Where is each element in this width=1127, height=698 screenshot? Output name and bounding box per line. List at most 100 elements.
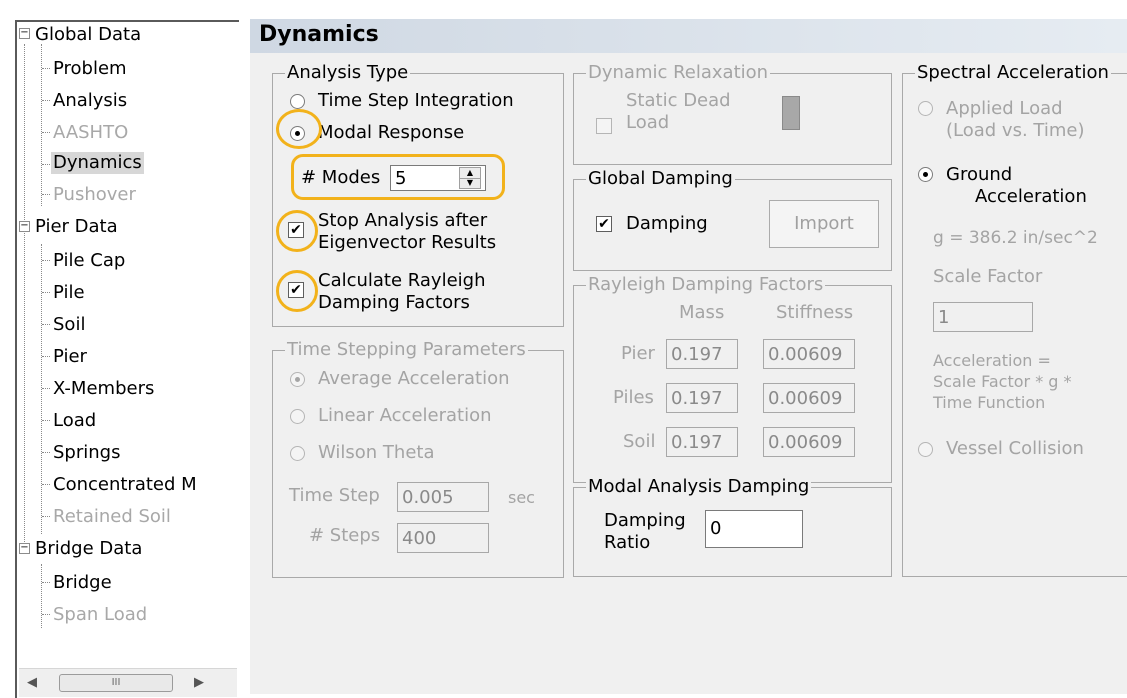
horizontal-scrollbar[interactable]: ◀ III ▶	[19, 668, 237, 697]
rayleigh-label-1: Calculate Rayleigh	[318, 270, 486, 291]
static-dead-label-1: Static Dead	[626, 90, 731, 111]
tree-item-pile-cap[interactable]: Pile Cap	[53, 250, 125, 272]
scroll-left-icon[interactable]: ◀	[27, 675, 37, 690]
acceleration-formula-3: Time Function	[933, 393, 1046, 412]
time-stepping-group: Time Stepping Parameters Average Acceler…	[272, 338, 564, 578]
stiffness-header: Stiffness	[776, 302, 854, 323]
rayleigh-row-label: Piles	[613, 387, 654, 408]
spin-down-icon[interactable]: ▼	[460, 178, 480, 188]
global-damping-group: Global Damping ✔ Damping Import	[573, 167, 892, 271]
pier-stiffness-input[interactable]: 0.00609	[763, 339, 855, 369]
tree-item-analysis[interactable]: Analysis	[53, 90, 127, 112]
tree-connector	[41, 564, 42, 628]
acceleration-formula-2: Scale Factor * g *	[933, 372, 1072, 391]
collapse-icon[interactable]: −	[19, 221, 30, 232]
tree-item-retained-soil[interactable]: Retained Soil	[53, 506, 171, 528]
scroll-right-icon[interactable]: ▶	[194, 675, 204, 690]
tree-item-aashto[interactable]: AASHTO	[53, 122, 128, 144]
stop-analysis-label-2: Eigenvector Results	[318, 232, 497, 253]
time-step-radio[interactable]	[290, 94, 305, 109]
vessel-collision-label: Vessel Collision	[946, 438, 1084, 459]
collapse-icon[interactable]: −	[19, 543, 30, 554]
modal-damping-caption: Modal Analysis Damping	[586, 475, 812, 499]
pier-mass-input[interactable]: 0.197	[666, 339, 738, 369]
soil-mass-input[interactable]: 0.197	[666, 427, 738, 457]
soil-stiffness-input[interactable]: 0.00609	[763, 427, 855, 457]
tree-item-dynamics[interactable]: Dynamics	[51, 152, 144, 174]
tree-connector	[42, 132, 50, 133]
linear-accel-label: Linear Acceleration	[318, 405, 492, 426]
rayleigh-factors-caption: Rayleigh Damping Factors	[586, 273, 826, 297]
piles-stiffness-input[interactable]: 0.00609	[763, 383, 855, 413]
tree-item-concentrated-m[interactable]: Concentrated M	[53, 474, 197, 496]
spectral-acceleration-group: Spectral Acceleration Applied Load (Load…	[902, 61, 1127, 577]
analysis-type-group: Analysis Type Time Step Integration Moda…	[272, 61, 564, 327]
ground-acceleration-label-2: Acceleration	[975, 186, 1087, 207]
tree-item-global-data[interactable]: Global Data	[35, 24, 141, 46]
page-header: Dynamics	[250, 19, 1127, 53]
static-dead-load-checkbox[interactable]	[596, 118, 612, 134]
tree-connector	[42, 292, 50, 293]
tree-item-pile[interactable]: Pile	[53, 282, 85, 304]
import-button[interactable]: Import	[769, 200, 879, 248]
tree-item-springs[interactable]: Springs	[53, 442, 120, 464]
tree-connector	[42, 356, 50, 357]
wilson-theta-label: Wilson Theta	[318, 442, 435, 463]
tree-item-pier[interactable]: Pier	[53, 346, 87, 368]
damping-label: Damping	[626, 213, 708, 234]
applied-load-radio[interactable]	[918, 101, 933, 116]
tree-item-pier-data[interactable]: Pier Data	[35, 216, 118, 238]
applied-load-label-1: Applied Load	[946, 98, 1063, 119]
rayleigh-row-label: Soil	[623, 431, 656, 452]
modes-label: # Modes	[301, 167, 381, 188]
dynamic-relaxation-group: Dynamic Relaxation Static Dead Load	[573, 61, 892, 165]
wilson-theta-radio[interactable]	[290, 446, 305, 461]
stop-analysis-checkbox[interactable]: ✔	[288, 222, 304, 238]
modes-spinner[interactable]: ▲ ▼	[459, 167, 481, 189]
modal-damping-group: Modal Analysis Damping Damping Ratio 0	[573, 475, 892, 577]
scroll-thumb[interactable]: III	[59, 674, 173, 692]
tree-item-problem[interactable]: Problem	[53, 58, 127, 80]
modal-response-radio[interactable]	[290, 126, 305, 141]
navigation-tree[interactable]: − Global Data Problem Analysis AASHTO Dy…	[15, 20, 239, 698]
rayleigh-label-2: Damping Factors	[318, 292, 470, 313]
rayleigh-checkbox[interactable]: ✔	[288, 282, 304, 298]
scale-factor-input[interactable]: 1	[933, 302, 1033, 332]
vessel-collision-radio[interactable]	[918, 442, 933, 457]
page-title: Dynamics	[259, 22, 379, 47]
tree-item-soil[interactable]: Soil	[53, 314, 85, 336]
steps-label: # Steps	[309, 525, 381, 546]
global-damping-caption: Global Damping	[586, 167, 735, 191]
modal-response-label: Modal Response	[318, 122, 465, 143]
tree-connector	[42, 194, 50, 195]
piles-mass-input[interactable]: 0.197	[666, 383, 738, 413]
tree-connector	[42, 484, 50, 485]
time-step-label: Time Step Integration	[318, 90, 514, 111]
tree-item-pushover[interactable]: Pushover	[53, 184, 136, 206]
average-accel-radio[interactable]	[290, 372, 305, 387]
tree-connector	[42, 100, 50, 101]
steps-input[interactable]: 400	[397, 523, 489, 553]
tree-item-x-members[interactable]: X-Members	[53, 378, 154, 400]
damping-ratio-label-1: Damping	[604, 510, 686, 531]
tree-item-bridge[interactable]: Bridge	[53, 572, 112, 594]
linear-accel-radio[interactable]	[290, 409, 305, 424]
damping-checkbox[interactable]: ✔	[596, 216, 612, 232]
damping-ratio-input[interactable]: 0	[705, 510, 803, 548]
tree-connector	[41, 244, 42, 534]
tree-item-bridge-data[interactable]: Bridge Data	[35, 538, 142, 560]
ground-acceleration-radio[interactable]	[918, 167, 933, 182]
tree-connector	[42, 516, 50, 517]
ground-acceleration-label-1: Ground	[946, 164, 1013, 185]
average-accel-label: Average Acceleration	[318, 368, 510, 389]
tree-connector	[24, 44, 25, 548]
tree-item-span-load[interactable]: Span Load	[53, 604, 147, 626]
tree-item-load[interactable]: Load	[53, 410, 96, 432]
rayleigh-row-label: Pier	[621, 343, 655, 364]
time-step-input[interactable]: 0.005	[397, 482, 489, 512]
tree-connector	[42, 68, 50, 69]
tree-connector	[42, 420, 50, 421]
tree-connector	[42, 324, 50, 325]
color-swatch[interactable]	[782, 96, 800, 130]
collapse-icon[interactable]: −	[19, 28, 30, 39]
